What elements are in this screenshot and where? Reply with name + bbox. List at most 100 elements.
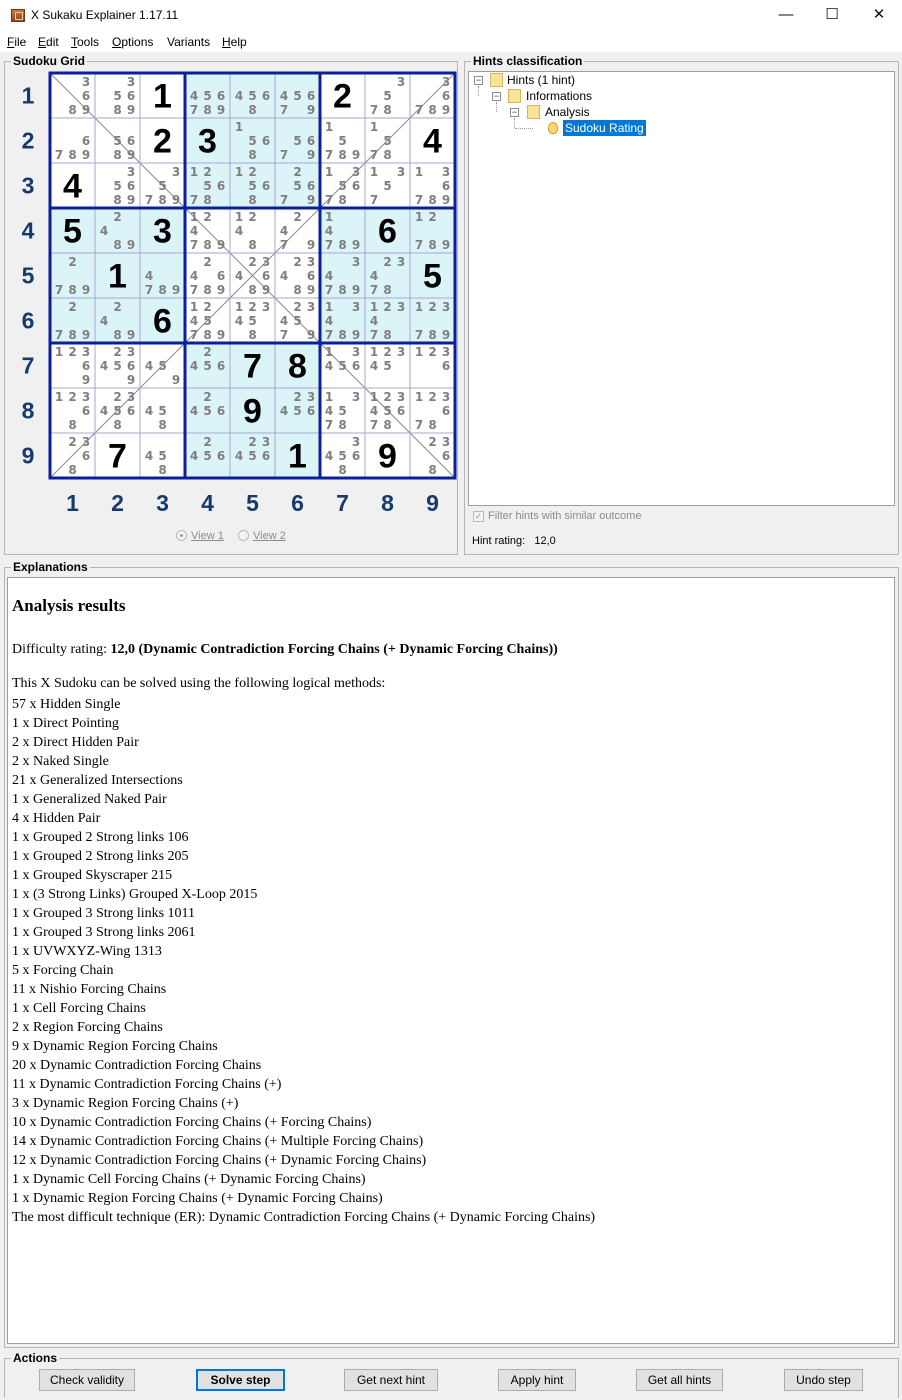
get-next-hint-button[interactable]: Get next hint — [344, 1369, 438, 1391]
candidate: 2 — [203, 345, 211, 359]
candidate: 4 — [280, 89, 288, 103]
cell-value[interactable]: 6 — [153, 303, 172, 341]
candidate: 4 — [370, 359, 378, 373]
method-item: 2 x Region Forcing Chains — [12, 1020, 163, 1035]
undo-step-button[interactable]: Undo step — [784, 1369, 863, 1391]
check-validity-button[interactable]: Check validity — [39, 1369, 135, 1391]
candidate: 8 — [383, 103, 391, 117]
menu-edit[interactable]: Edit — [38, 35, 59, 49]
candidate: 2 — [248, 435, 256, 449]
menu-variants[interactable]: Variants — [167, 35, 210, 49]
tree-expander-informations[interactable]: − — [492, 92, 501, 101]
cell-value[interactable]: 4 — [423, 123, 442, 161]
candidate: 6 — [127, 359, 135, 373]
menu-tools[interactable]: Tools — [71, 35, 99, 49]
candidate: 8 — [113, 193, 121, 207]
candidate: 2 — [203, 165, 211, 179]
candidate: 8 — [203, 238, 211, 252]
candidate: 8 — [293, 283, 301, 297]
cell-value[interactable]: 1 — [108, 258, 127, 296]
candidate: 2 — [113, 390, 121, 404]
candidate: 2 — [68, 255, 76, 269]
tree-connector — [496, 102, 497, 112]
menu-file[interactable]: File — [7, 35, 26, 49]
candidate: 5 — [203, 179, 211, 193]
candidate: 9 — [442, 238, 450, 252]
cell-value[interactable]: 8 — [288, 348, 307, 386]
candidate: 6 — [127, 404, 135, 418]
candidate: 9 — [217, 238, 225, 252]
method-item: 4 x Hidden Pair — [12, 811, 101, 826]
close-button[interactable]: ✕ — [856, 0, 902, 30]
candidate: 7 — [145, 283, 153, 297]
difficulty-value: 12,0 (Dynamic Contradiction Forcing Chai… — [110, 642, 558, 657]
minimize-button[interactable]: — — [763, 0, 809, 30]
candidate: 9 — [127, 373, 135, 387]
candidate: 2 — [428, 390, 436, 404]
tree-connector — [514, 118, 515, 128]
tree-node-hints[interactable]: Hints (1 hint) — [507, 72, 575, 88]
tree-node-informations[interactable]: Informations — [526, 88, 592, 104]
view2-radio[interactable]: View 2 — [238, 530, 286, 542]
cell-value[interactable]: 1 — [288, 438, 307, 476]
candidate: 8 — [68, 418, 76, 432]
candidate: 6 — [127, 179, 135, 193]
cell-value[interactable]: 7 — [108, 438, 127, 476]
menu-options[interactable]: Options — [112, 35, 153, 49]
candidate: 5 — [383, 134, 391, 148]
cell-value[interactable]: 6 — [378, 213, 397, 251]
cell-value[interactable]: 5 — [63, 213, 82, 251]
candidate: 9 — [217, 103, 225, 117]
menu-help[interactable]: Help — [222, 35, 247, 49]
cell-value[interactable]: 3 — [198, 123, 217, 161]
candidate: 1 — [235, 210, 243, 224]
solve-step-button[interactable]: Solve step — [196, 1369, 285, 1391]
explanations-view[interactable]: Analysis results Difficulty rating: 12,0… — [7, 577, 895, 1344]
cell-value[interactable]: 2 — [153, 123, 172, 161]
candidate: 7 — [370, 193, 378, 207]
candidate: 5 — [383, 359, 391, 373]
tree-node-sudoku-rating[interactable]: Sudoku Rating — [563, 120, 646, 136]
candidate: 7 — [370, 283, 378, 297]
tree-node-analysis[interactable]: Analysis — [545, 104, 590, 120]
candidate: 3 — [127, 390, 135, 404]
candidate: 9 — [82, 373, 90, 387]
apply-hint-button[interactable]: Apply hint — [498, 1369, 576, 1391]
candidate: 3 — [442, 300, 450, 314]
candidate: 8 — [338, 328, 346, 342]
candidate: 8 — [203, 283, 211, 297]
hints-tree[interactable]: − Hints (1 hint) − Informations − Analys… — [468, 71, 895, 506]
cell-value[interactable]: 1 — [153, 78, 172, 116]
maximize-button[interactable]: ☐ — [809, 0, 855, 30]
candidate: 9 — [172, 283, 180, 297]
hint-rating-value: 12,0 — [534, 535, 556, 547]
cell-value[interactable]: 2 — [333, 78, 352, 116]
hints-panel-title: Hints classification — [471, 54, 585, 68]
candidate: 6 — [352, 179, 360, 193]
candidate: 7 — [280, 193, 288, 207]
candidate: 8 — [428, 193, 436, 207]
method-item: 1 x Grouped 2 Strong links 106 — [12, 830, 189, 845]
sudoku-grid[interactable]: 368 935 68 9 1 4 5 67 8 94 5 684 5 67 9 2 357 8367 8 967 8 95… — [14, 70, 459, 515]
cell-value[interactable]: 5 — [423, 258, 442, 296]
candidate: 6 — [262, 89, 270, 103]
tree-expander-root[interactable]: − — [474, 76, 483, 85]
candidate: 3 — [352, 165, 360, 179]
col-label: 6 — [291, 490, 304, 515]
candidate: 8 — [428, 328, 436, 342]
candidate: 7 — [280, 148, 288, 162]
tree-expander-analysis[interactable]: − — [510, 108, 519, 117]
candidate: 5 — [293, 179, 301, 193]
cell-value[interactable]: 9 — [243, 393, 262, 431]
cell-value[interactable]: 9 — [378, 438, 397, 476]
view1-radio[interactable]: View 1 — [176, 530, 224, 542]
app-icon — [11, 9, 25, 22]
candidate: 8 — [158, 193, 166, 207]
get-all-hints-button[interactable]: Get all hints — [636, 1369, 723, 1391]
candidate: 1 — [415, 390, 423, 404]
cell-value[interactable]: 3 — [153, 213, 172, 251]
cell-value[interactable]: 4 — [63, 168, 82, 206]
filter-hints-checkbox[interactable]: ✓ — [473, 511, 484, 522]
cell-value[interactable]: 7 — [243, 348, 262, 386]
candidate: 8 — [203, 328, 211, 342]
